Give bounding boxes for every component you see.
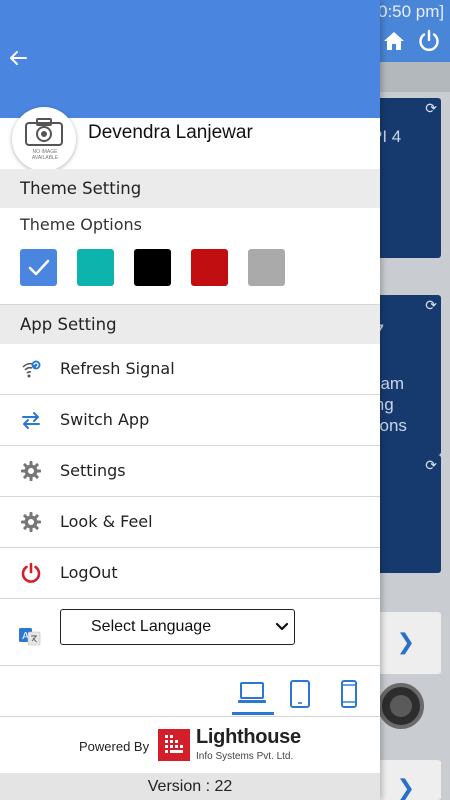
theme-swatch-gray[interactable] — [248, 249, 285, 286]
phone-icon[interactable] — [340, 680, 358, 708]
theme-options-label: Theme Options — [20, 215, 143, 234]
section-theme-setting: Theme Setting — [0, 169, 380, 208]
lighthouse-logo-icon — [158, 729, 190, 761]
menu-item-label: Refresh Signal — [60, 359, 175, 378]
gear-icon — [21, 461, 41, 481]
company-subtitle: Info Systems Pvt. Ltd. — [196, 751, 294, 762]
menu-item-label: Look & Feel — [60, 512, 153, 531]
device-mode-indicator — [232, 712, 274, 715]
theme-swatch-black[interactable] — [134, 249, 171, 286]
theme-swatch-blue[interactable] — [20, 249, 57, 286]
menu-item-switch-app[interactable]: Switch App — [0, 395, 380, 446]
gear-icon — [21, 512, 41, 532]
menu-item-label: Settings — [60, 461, 126, 480]
powered-by-label: Powered By — [79, 739, 150, 754]
navigation-drawer: Devendra Lanjewar NO IMAGE AVAILABLE The… — [0, 0, 380, 800]
theme-swatches — [20, 249, 305, 286]
floating-action-button[interactable] — [378, 683, 424, 729]
avatar-placeholder-text: NO IMAGE AVAILABLE — [31, 149, 59, 161]
menu-item-label: LogOut — [60, 563, 118, 582]
theme-swatch-red[interactable] — [191, 249, 228, 286]
background-strip — [380, 62, 450, 92]
sync-icon[interactable]: ⟳ — [425, 457, 437, 474]
menu-item-look-and-feel[interactable]: Look & Feel — [0, 497, 380, 548]
theme-swatch-teal[interactable] — [77, 249, 114, 286]
section-app-setting: App Setting — [0, 305, 380, 344]
sync-icon[interactable]: ⟳ — [425, 100, 437, 117]
power-icon — [21, 562, 41, 583]
chevron-right-icon: ❯ — [396, 630, 415, 655]
checkmark-icon — [28, 259, 50, 276]
back-arrow-icon[interactable] — [8, 48, 28, 68]
camera-icon — [25, 118, 63, 146]
tablet-icon[interactable] — [289, 680, 311, 708]
drawer-header — [0, 0, 380, 118]
language-select-value: Select Language — [91, 618, 212, 635]
menu-item-refresh-signal[interactable]: Refresh Signal — [0, 344, 380, 395]
divider — [0, 665, 380, 666]
power-icon[interactable] — [417, 29, 441, 53]
sync-icon[interactable]: ⟳ — [425, 297, 437, 314]
home-icon[interactable] — [382, 30, 406, 52]
divider — [0, 598, 380, 599]
company-name: Lighthouse — [196, 726, 301, 748]
switch-arrows-icon — [22, 412, 40, 429]
user-name: Devendra Lanjewar — [88, 122, 253, 143]
version-label: Version : 22 — [0, 773, 380, 800]
menu-item-label: Switch App — [60, 410, 150, 429]
avatar[interactable]: NO IMAGE AVAILABLE — [12, 107, 76, 171]
language-select[interactable]: Select Language — [60, 609, 295, 645]
menu-item-logout[interactable]: LogOut — [0, 548, 380, 599]
chevron-down-icon — [276, 622, 288, 631]
menu-item-settings[interactable]: Settings — [0, 446, 380, 497]
chevron-right-icon: ❯ — [396, 776, 415, 800]
divider — [0, 716, 380, 717]
refresh-signal-icon — [22, 360, 41, 378]
translate-icon: A — [19, 628, 41, 646]
laptop-icon[interactable] — [237, 680, 267, 706]
background-time: 0:50 pm] — [378, 2, 445, 21]
